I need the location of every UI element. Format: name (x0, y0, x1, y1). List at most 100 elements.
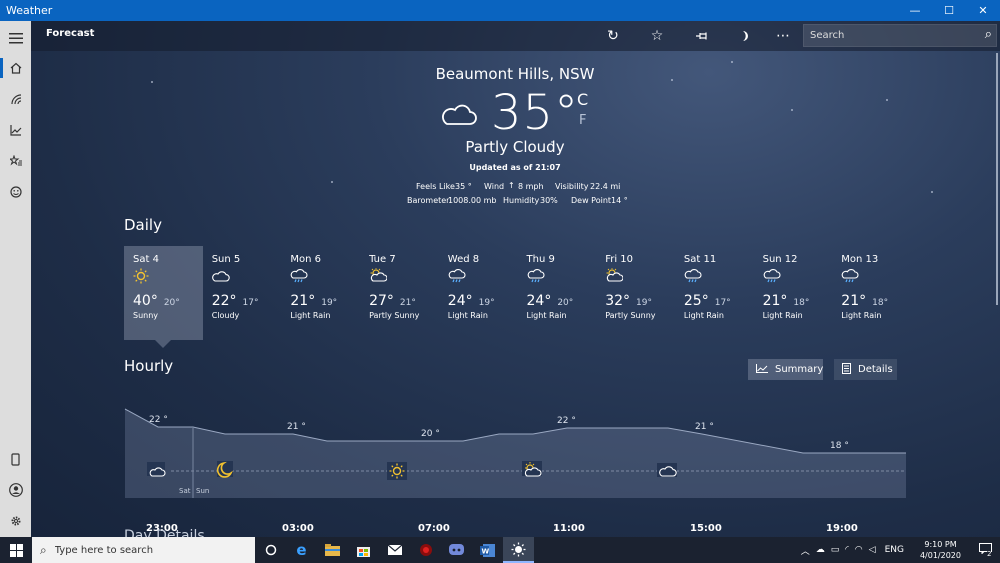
updated-time: Updated as of 21:07 (469, 163, 561, 172)
day-condition: Light Rain (841, 311, 882, 320)
input-language[interactable]: ENG (879, 545, 910, 555)
maximize-button[interactable]: ☐ (932, 0, 966, 21)
day-name: Sat 4 (133, 254, 159, 265)
day-high-temp: 24° (447, 293, 473, 309)
favorites-icon[interactable] (0, 146, 31, 176)
start-button[interactable] (0, 537, 32, 563)
show-hidden-icons-chevron-icon[interactable]: ︿ (798, 544, 813, 557)
dew-point-label: Dew Point (571, 196, 612, 205)
daily-forecast-tile-mon-13[interactable]: Mon 13 21° 18° Light Rain (832, 246, 911, 340)
partly-sunny-icon (522, 461, 542, 477)
taskbar-search-box[interactable]: ⌕ (32, 537, 255, 563)
rain-icon (684, 268, 754, 290)
search-icon[interactable]: ⌕ (985, 27, 992, 42)
feedback-smiley-icon[interactable] (0, 177, 31, 207)
summary-chart-icon (756, 363, 768, 376)
day-low-temp: 20° (163, 298, 180, 308)
edge-browser-icon[interactable]: e (286, 537, 317, 563)
page-title: Forecast (46, 28, 95, 39)
search-icon: ⌕ (40, 542, 47, 557)
red-app-icon[interactable] (410, 537, 441, 563)
daily-forecast-tile-sun-12[interactable]: Sun 12 21° 18° Light Rain (754, 246, 833, 340)
pin-icon[interactable] (691, 26, 713, 46)
daily-forecast-tile-tue-7[interactable]: Tue 7 27° 21° Partly Sunny (360, 246, 439, 340)
dark-mode-moon-icon[interactable] (734, 26, 756, 46)
day-high-temp: 24° (526, 293, 552, 309)
notification-count-badge: 2 (987, 550, 992, 558)
favorite-star-icon[interactable]: ☆ (646, 26, 668, 46)
daily-forecast-tile-fri-10[interactable]: Fri 10 32° 19° Partly Sunny (596, 246, 675, 340)
search-box[interactable]: ⌕ (803, 24, 997, 47)
hourly-temp-label: 20 ° (421, 429, 440, 439)
account-avatar-icon-glyph (8, 483, 23, 497)
day-name: Mon 6 (290, 254, 322, 265)
battery-icon[interactable]: ▭ (828, 545, 843, 555)
rain-icon (527, 268, 597, 290)
summary-button[interactable]: Summary (748, 359, 823, 380)
home-icon[interactable] (0, 53, 31, 83)
day-low-temp: 21° (399, 298, 416, 308)
volume-icon[interactable]: ◁ (866, 545, 879, 555)
close-button[interactable]: ✕ (966, 0, 1000, 21)
weather-app-taskbar-icon[interactable] (503, 537, 534, 563)
partly-sunny-icon (369, 267, 439, 290)
details-button[interactable]: Details (834, 359, 897, 380)
daily-forecast-tile-thu-9[interactable]: Thu 9 24° 20° Light Rain (518, 246, 597, 340)
cortana-icon[interactable] (255, 537, 286, 563)
visibility-value: 22.4 mi (590, 182, 621, 191)
star-decoration (731, 61, 733, 63)
wind-value: 8 mph (518, 182, 544, 191)
historical-weather-icon[interactable] (0, 115, 31, 145)
maps-icon[interactable] (0, 84, 31, 114)
day-high-temp: 40° (133, 293, 158, 309)
phone-icon[interactable] (0, 444, 31, 474)
account-avatar-icon[interactable] (0, 475, 31, 505)
settings-gear-icon[interactable] (0, 506, 31, 536)
notification-center-icon[interactable]: 2 (971, 543, 1000, 558)
clock[interactable]: 9:10 PM 4/01/2020 (910, 539, 971, 561)
more-options-icon[interactable]: ⋯ (772, 26, 794, 46)
hourly-heading: Hourly (124, 357, 174, 375)
hourly-time-label: 11:00 (553, 523, 585, 534)
day-low-temp: 17° (714, 298, 731, 308)
daily-forecast-tile-sat-11[interactable]: Sat 11 25° 17° Light Rain (675, 246, 754, 340)
taskbar-search-input[interactable] (54, 544, 245, 556)
celsius-toggle[interactable]: C (577, 90, 588, 109)
star-decoration (151, 81, 153, 83)
file-explorer-icon[interactable] (317, 537, 348, 563)
refresh-icon[interactable]: ↻ (602, 26, 624, 46)
hourly-temperature-chart: 22 ° 21 ° 20 ° 22 ° 21 ° 18 ° Sat Sun 23… (124, 408, 906, 534)
search-input[interactable] (804, 25, 974, 46)
onedrive-cloud-icon[interactable]: ☁ (813, 545, 828, 555)
folder-glyph (325, 544, 340, 556)
selected-day-pointer (155, 340, 171, 348)
discord-icon[interactable] (441, 537, 472, 563)
mail-icon[interactable] (379, 537, 410, 563)
partly-sunny-icon (605, 267, 675, 290)
minimize-button[interactable]: — (898, 0, 932, 21)
daily-forecast-tile-wed-8[interactable]: Wed 8 24° 19° Light Rain (439, 246, 518, 340)
hamburger-menu-icon[interactable] (0, 23, 31, 53)
fahrenheit-toggle[interactable]: F (579, 113, 586, 128)
hourly-time-label: 03:00 (282, 523, 314, 534)
word-icon[interactable]: W (472, 537, 503, 563)
day-condition: Cloudy (211, 311, 240, 320)
windows-logo-icon (9, 543, 23, 557)
home-icon-glyph (10, 62, 21, 74)
hourly-temp-label: 22 ° (557, 416, 576, 426)
daily-forecast-tile-sun-5[interactable]: Sun 5 22° 17° Cloudy (203, 246, 282, 340)
daily-forecast-tile-sat-4[interactable]: Sat 4 40° 20° Sunny (124, 246, 203, 340)
star-decoration (791, 109, 793, 111)
store-icon[interactable] (348, 537, 379, 563)
location-name: Beaumont Hills, NSW (435, 65, 595, 83)
network-icon[interactable]: ◜ (842, 545, 852, 555)
hourly-time-label: 15:00 (690, 523, 722, 534)
details-list-icon (842, 362, 851, 377)
daily-forecast-tile-mon-6[interactable]: Mon 6 21° 19° Light Rain (281, 246, 360, 340)
day-high-temp: 22° (211, 293, 237, 309)
summary-chart-glyph (756, 364, 768, 373)
wifi-icon[interactable]: ◠ (852, 545, 866, 555)
day-condition: Light Rain (762, 311, 803, 320)
day-name: Thu 9 (526, 254, 555, 265)
scrollbar[interactable] (996, 53, 998, 305)
